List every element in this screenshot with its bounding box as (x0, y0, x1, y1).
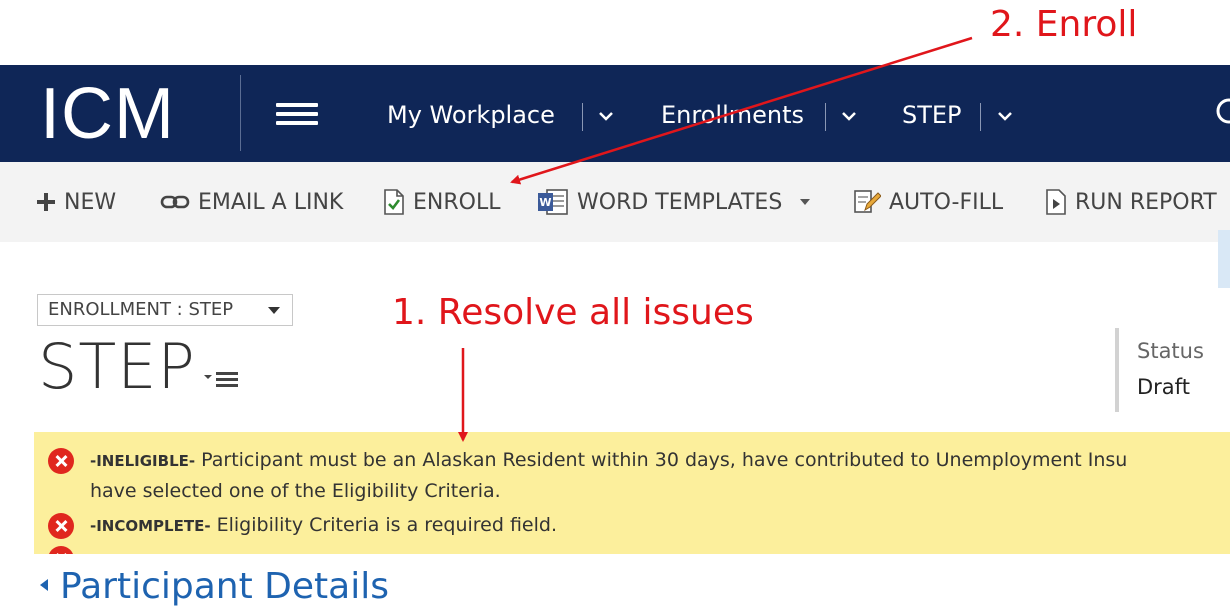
svg-text:W: W (539, 196, 551, 209)
link-icon (160, 195, 190, 209)
annotation-enroll: 2. Enroll (990, 4, 1138, 45)
word-icon: W (538, 189, 568, 215)
app-logo: ICM (40, 74, 175, 154)
form-selector-label: ENROLLMENT : STEP (48, 299, 234, 320)
annotation-resolve-issues: 1. Resolve all issues (392, 292, 754, 333)
nav-separator (582, 103, 583, 131)
chevron-down-icon[interactable] (995, 106, 1015, 126)
caret-down-icon (800, 199, 811, 205)
nav-divider (240, 75, 241, 151)
pencil-edit-icon (854, 190, 881, 213)
form-menu-icon[interactable] (204, 368, 240, 390)
section-title-label: Participant Details (60, 566, 389, 607)
page-title: STEP (38, 330, 196, 403)
nav-my-workplace[interactable]: My Workplace (387, 101, 555, 129)
email-link-label: EMAIL A LINK (198, 189, 344, 215)
document-check-icon (384, 189, 404, 215)
error-icon (48, 448, 74, 474)
command-bar: NEW EMAIL A LINK ENROLL W WORD TEMPLATES… (0, 162, 1230, 242)
error-icon (48, 513, 74, 539)
form-selector[interactable]: ENROLLMENT : STEP (37, 294, 293, 326)
top-navigation-bar: ICM My Workplace Enrollments STEP (0, 65, 1230, 162)
nav-enrollments[interactable]: Enrollments (661, 101, 804, 129)
search-icon[interactable] (1212, 95, 1230, 129)
collapse-caret-icon (40, 579, 48, 591)
status-label: Status (1137, 339, 1204, 363)
run-report-button[interactable]: RUN REPORT (1045, 186, 1217, 218)
error-icon (48, 546, 74, 554)
plus-icon (37, 193, 55, 211)
word-templates-label: WORD TEMPLATES (577, 189, 783, 215)
status-value: Draft (1137, 375, 1190, 399)
notification-text: Participant must be an Alaskan Resident … (195, 449, 1128, 471)
section-participant-details[interactable]: Participant Details (40, 566, 389, 607)
chevron-down-icon[interactable] (596, 106, 616, 126)
notification-continuation: have selected one of the Eligibility Cri… (90, 480, 501, 502)
status-divider (1115, 328, 1119, 412)
enroll-label: ENROLL (413, 189, 501, 215)
notification-tag: -INELIGIBLE- (90, 452, 196, 470)
nav-separator (825, 103, 826, 131)
new-button[interactable]: NEW (36, 186, 116, 218)
run-report-label: RUN REPORT (1075, 189, 1217, 215)
auto-fill-button[interactable]: AUTO-FILL (853, 186, 1003, 218)
notification-text: Eligibility Criteria is a required field… (210, 514, 557, 536)
hamburger-menu-icon[interactable] (276, 103, 318, 125)
report-play-icon (1046, 189, 1066, 215)
word-templates-button[interactable]: W WORD TEMPLATES (537, 186, 812, 218)
side-panel-edge (1218, 230, 1230, 288)
email-link-button[interactable]: EMAIL A LINK (160, 186, 343, 218)
new-label: NEW (64, 189, 117, 215)
auto-fill-label: AUTO-FILL (889, 189, 1004, 215)
caret-down-icon (268, 307, 280, 314)
notification-tag: -INCOMPLETE- (90, 517, 211, 535)
nav-step[interactable]: STEP (902, 101, 962, 129)
chevron-down-icon[interactable] (839, 106, 859, 126)
notification-incomplete: -INCOMPLETE- Eligibility Criteria is a r… (90, 514, 557, 536)
notification-ineligible: -INELIGIBLE- Participant must be an Alas… (90, 449, 1127, 471)
nav-separator (980, 103, 981, 131)
enroll-button[interactable]: ENROLL (383, 186, 500, 218)
notification-bar: -INELIGIBLE- Participant must be an Alas… (34, 432, 1230, 554)
